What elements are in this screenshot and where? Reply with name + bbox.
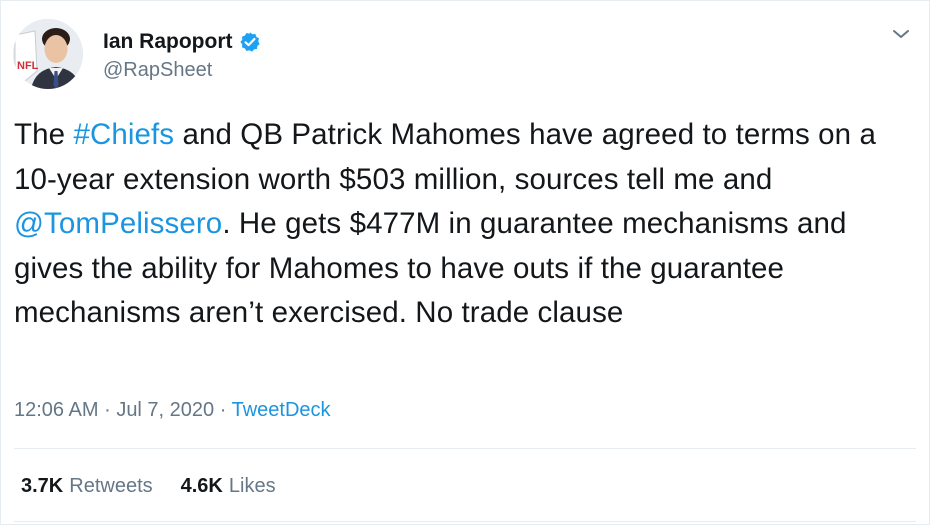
tweet-header: NFL Ian Rapoport @RapSheet — [13, 19, 261, 89]
tweet-time[interactable]: 12:06 AM — [14, 399, 99, 421]
retweets-count: 3.7K — [21, 475, 64, 497]
divider — [14, 448, 916, 449]
author-display-name[interactable]: Ian Rapoport — [103, 30, 233, 54]
verified-badge-icon — [239, 31, 261, 53]
display-name-row: Ian Rapoport — [103, 27, 261, 57]
tweet-source-link[interactable]: TweetDeck — [232, 399, 331, 421]
author-names: Ian Rapoport @RapSheet — [103, 27, 261, 82]
tweet-stats: 3.7K Retweets 4.6K Likes — [21, 475, 304, 498]
chevron-down-icon[interactable] — [891, 27, 911, 41]
tweet-date[interactable]: Jul 7, 2020 — [116, 399, 214, 421]
author-handle[interactable]: @RapSheet — [103, 59, 261, 82]
meta-separator: · — [104, 399, 111, 421]
likes-count: 4.6K — [180, 475, 223, 497]
divider — [14, 521, 916, 522]
tweet-card: NFL Ian Rapoport @RapSheet The #Chiefs a… — [0, 0, 930, 525]
likes-stat[interactable]: 4.6K Likes — [181, 475, 276, 498]
retweets-label: Retweets — [69, 475, 153, 497]
hashtag-link[interactable]: #Chiefs — [73, 118, 174, 151]
tweet-text-segment: The — [14, 118, 74, 151]
nfl-logo-text: NFL — [17, 60, 39, 72]
tweet-meta: 12:06 AM · Jul 7, 2020 · TweetDeck — [14, 399, 331, 422]
meta-separator: · — [219, 399, 227, 421]
retweets-stat[interactable]: 3.7K Retweets — [21, 475, 153, 498]
mention-link[interactable]: @TomPelissero — [14, 207, 222, 240]
avatar-image: NFL — [13, 19, 83, 89]
tweet-text: The #Chiefs and QB Patrick Mahomes have … — [14, 113, 914, 336]
likes-label: Likes — [228, 475, 276, 497]
avatar[interactable]: NFL — [13, 19, 83, 89]
